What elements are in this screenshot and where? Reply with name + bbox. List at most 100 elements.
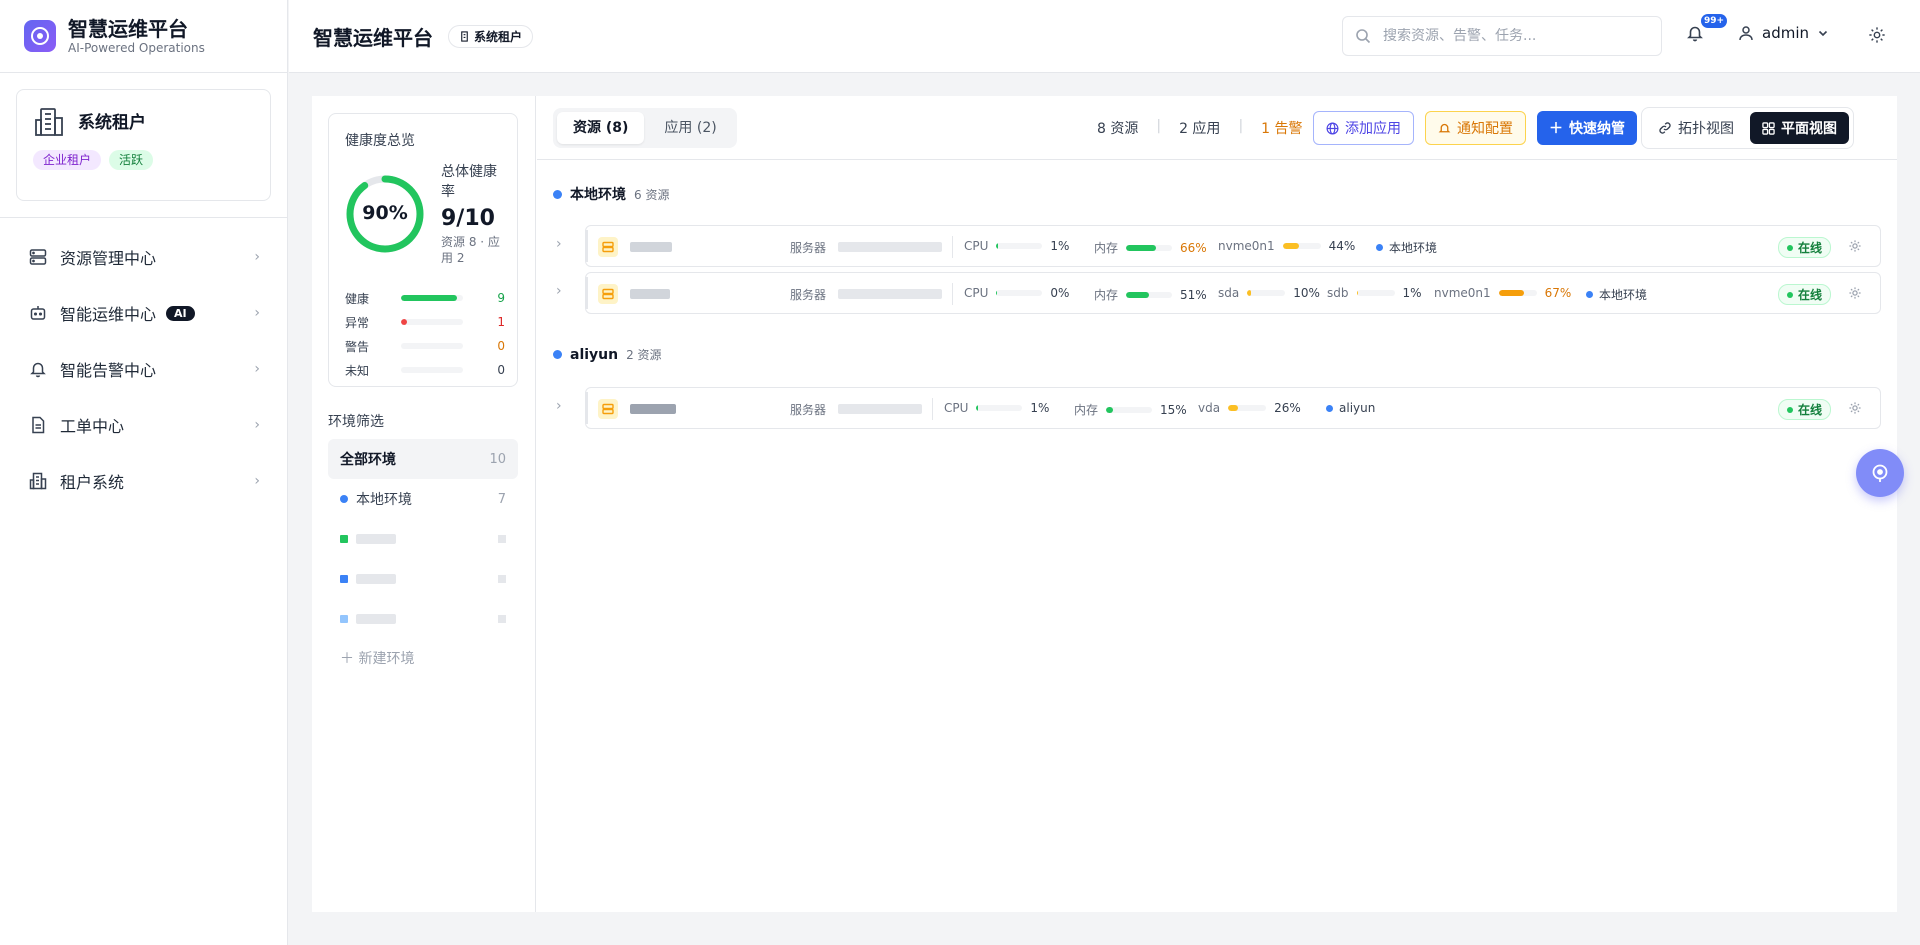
server-icon <box>598 237 618 257</box>
nav-item-aiops[interactable]: 智能运维中心 AI › <box>16 285 272 341</box>
env-dot <box>340 615 348 623</box>
status-dot <box>1787 291 1793 298</box>
metric-value: 51% <box>1180 287 1207 302</box>
topology-view-button[interactable]: 拓扑视图 <box>1646 112 1746 144</box>
health-overview-card: 健康度总览 90% 总体健康率 9/10 资源 8 · 应用 2 健康 9 异常 1 警… <box>328 113 518 387</box>
tab-apps[interactable]: 应用 (2) <box>648 112 732 144</box>
resource-row[interactable]: › 服务器 CPU 0% 内存 51% sda 10% sdb 1% nvme0… <box>556 272 1881 314</box>
disk-metric: nvme0n1 67% <box>1434 286 1571 300</box>
env-group-header[interactable]: 本地环境 6 资源 <box>553 184 669 204</box>
health-stat-value: 1 <box>497 315 505 329</box>
redacted-text <box>356 534 396 544</box>
tab-resources[interactable]: 资源 (8) <box>557 112 645 144</box>
flat-view-label: 平面视图 <box>1781 121 1837 137</box>
notification-bell-icon[interactable] <box>1686 24 1704 42</box>
env-label: 全部环境 <box>340 452 396 468</box>
settings-gear-icon[interactable] <box>1848 239 1862 253</box>
redacted-count <box>498 575 506 583</box>
env-dot <box>340 575 348 583</box>
chevron-right-icon: › <box>254 305 260 321</box>
env-dot <box>340 495 348 503</box>
settings-gear-icon[interactable] <box>1868 26 1886 44</box>
group-count: 6 资源 <box>634 187 670 202</box>
chevron-right-icon[interactable]: › <box>556 236 562 252</box>
main-panel: 健康度总览 90% 总体健康率 9/10 资源 8 · 应用 2 健康 9 异常 1 警… <box>312 96 1897 912</box>
resource-row[interactable]: › 服务器 CPU 1% 内存 15% vda 26% aliyun 在线 <box>556 387 1881 429</box>
disk-bar-fill <box>1228 405 1238 411</box>
group-name: 本地环境 <box>570 187 626 203</box>
resource-kind: 服务器 <box>790 241 827 255</box>
disk-bar-fill <box>1282 243 1300 249</box>
env-item-masked[interactable] <box>328 599 518 639</box>
metric-label: CPU <box>944 401 969 415</box>
cpu-bar-fill <box>976 405 979 411</box>
redacted-name <box>630 404 676 414</box>
metric-label: nvme0n1 <box>1218 239 1275 253</box>
health-stat-bar <box>401 367 463 373</box>
divider <box>952 236 953 258</box>
health-stat-bar <box>401 295 463 301</box>
nav-item-alerts[interactable]: 智能告警中心 › <box>16 341 272 397</box>
sidebar: 智慧运维平台 AI-Powered Operations 系统租户 企业租户 活… <box>0 0 288 945</box>
health-stat-bar-fill <box>401 319 408 325</box>
overall-health-label: 总体健康率 <box>441 164 497 200</box>
metric-label: 内存 <box>1094 288 1119 302</box>
quick-onboard-button[interactable]: ＋ 快速纳管 <box>1537 111 1637 145</box>
health-stat-label: 健康 <box>345 291 370 306</box>
env-item-all[interactable]: 全部环境 10 <box>328 439 518 479</box>
brand-title: 智慧运维平台 <box>68 17 188 41</box>
search-box[interactable] <box>1342 16 1662 56</box>
env-item-local[interactable]: 本地环境 7 <box>328 479 518 519</box>
tenant-card[interactable]: 系统租户 企业租户 活跃 <box>16 89 271 201</box>
status-badge: 在线 <box>1778 284 1832 305</box>
ai-assistant-button[interactable] <box>1856 449 1904 497</box>
disk-bar-fill <box>1498 290 1525 296</box>
env-dot <box>1586 291 1593 298</box>
chevron-right-icon[interactable]: › <box>556 283 562 299</box>
user-menu[interactable]: admin <box>1738 24 1829 42</box>
robot-assistant-icon <box>1872 464 1888 482</box>
flat-view-button[interactable]: 平面视图 <box>1750 112 1849 144</box>
chevron-down-icon <box>1818 30 1828 37</box>
nav-item-resources[interactable]: 资源管理中心 › <box>16 229 272 285</box>
env-dot <box>553 189 562 199</box>
nav-label: 智能告警中心 <box>60 361 157 380</box>
notify-config-button[interactable]: 通知配置 <box>1425 111 1526 145</box>
env-count: 7 <box>497 491 506 507</box>
settings-gear-icon[interactable] <box>1848 286 1862 300</box>
add-env-label: 新建环境 <box>358 651 415 667</box>
add-env-button[interactable]: ＋ 新建环境 <box>340 648 414 668</box>
topology-view-label: 拓扑视图 <box>1678 121 1734 137</box>
status-badge: 在线 <box>1778 399 1832 420</box>
metric-label: sda <box>1218 286 1240 300</box>
view-tabs: 资源 (8) 应用 (2) <box>553 108 737 148</box>
env-item-masked[interactable] <box>328 519 518 559</box>
robot-icon <box>28 303 48 323</box>
group-count: 2 资源 <box>626 348 662 362</box>
nav-label: 智能运维中心 <box>60 305 157 324</box>
health-stat-value: 0 <box>497 363 505 377</box>
status-dot <box>1787 244 1793 251</box>
search-input[interactable] <box>1383 28 1643 44</box>
status-label: 在线 <box>1798 288 1823 302</box>
settings-gear-icon[interactable] <box>1848 401 1862 415</box>
add-app-label: 添加应用 <box>1345 121 1401 137</box>
summary-resources: 8 资源 <box>1097 121 1139 137</box>
env-item-masked[interactable] <box>328 559 518 599</box>
env-dot <box>340 535 348 543</box>
metric-value: 15% <box>1160 402 1187 417</box>
add-app-button[interactable]: 添加应用 <box>1313 111 1414 145</box>
view-mode-switch: 拓扑视图 平面视图 <box>1641 107 1854 149</box>
health-stat-value: 0 <box>497 339 505 353</box>
separator: | <box>1238 118 1244 134</box>
resource-row[interactable]: › 服务器 CPU 1% 内存 66% nvme0n1 44% 本地环境 在线 <box>556 225 1881 267</box>
tenant-chip[interactable]: 系统租户 <box>448 25 534 48</box>
chevron-right-icon: › <box>254 473 260 489</box>
env-tag: 本地环境 <box>1376 239 1437 256</box>
nav-item-tenants[interactable]: 租户系统 › <box>16 453 272 509</box>
chevron-right-icon[interactable]: › <box>556 398 562 414</box>
brand[interactable]: 智慧运维平台 AI-Powered Operations <box>0 0 287 73</box>
env-dot <box>1376 244 1383 251</box>
env-group-header[interactable]: aliyun 2 资源 <box>553 346 662 363</box>
nav-item-tickets[interactable]: 工单中心 › <box>16 397 272 453</box>
